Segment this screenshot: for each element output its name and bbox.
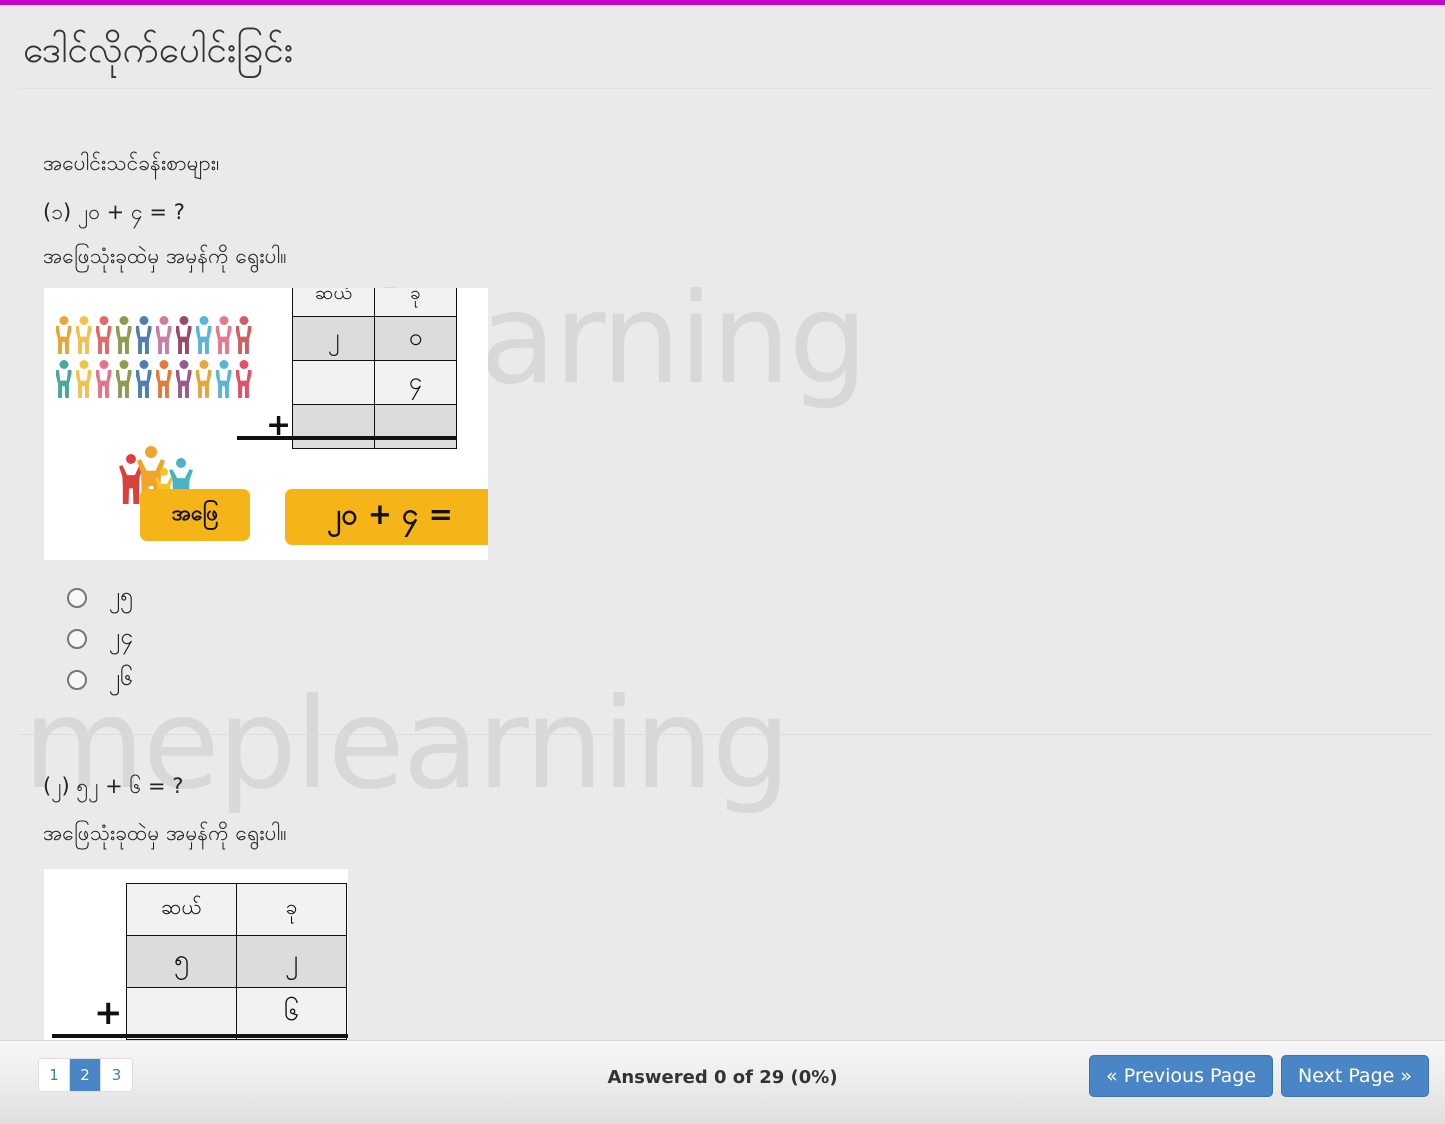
radio-icon[interactable] [67,587,87,608]
person-icon [54,316,73,354]
person-icon [154,316,173,354]
table-header-row: ဆယ် ခု [292,288,457,317]
cell-addend2-ones: ၆ [236,987,347,1040]
table-header-row: ဆယ် ခု [126,883,347,936]
table-row [292,404,457,449]
people-row-bottom [54,360,254,398]
cell-sum-ones [374,404,457,449]
cell-addend1-tens: ၂ [292,316,375,361]
person-icon [94,360,113,398]
option-label: ၂၄ [109,623,134,650]
equation-button[interactable]: ၂၀ + ၄ = [285,489,488,545]
person-icon [54,360,73,398]
question-2-prompt: (၂) ၅၂ + ၆ = ? [43,774,184,798]
question-1-options: ၂၅ ၂၄ ၂၆ [67,577,133,700]
page-title: ဒေါင်လိုက်ပေါင်းခြင်း [23,28,294,71]
person-icon [154,360,173,398]
question-1-stimulus-image: ဆယ် ခု ၂ ၀ ၄ + အဖြေ ၂၀ + ၄ = [44,288,488,560]
person-icon [74,316,93,354]
footer-bar: 123 Answered 0 of 29 (0%) « Previous Pag… [0,1040,1445,1124]
cell-addend2-tens [126,987,237,1040]
person-icon [134,316,153,354]
radio-icon[interactable] [67,669,87,690]
person-icon [194,316,213,354]
table-row: ၅ ၂ [126,935,347,988]
question-1-instruction: အဖြေသုံးခုထဲမှ အမှန်ကို ရွေးပါ။ [43,244,287,268]
person-icon [214,360,233,398]
option-row[interactable]: ၂၆ [67,659,133,700]
cell-addend1-tens: ၅ [126,935,237,988]
table-row: ၄ [292,360,457,405]
plus-operator-q2: + [94,993,123,1033]
person-icon [134,360,153,398]
person-icon [174,316,193,354]
header-tens: ဆယ် [126,883,237,936]
person-icon [74,360,93,398]
navigation-buttons: « Previous Page Next Page » [1089,1055,1429,1097]
quiz-intro-text: အပေါင်းသင်ခန်းစာများ၊ [43,151,220,175]
sum-rule-line-q1 [237,436,457,440]
option-label: ၂၆ [109,664,134,691]
previous-page-button[interactable]: « Previous Page [1089,1055,1274,1097]
header-ones: ခု [236,883,347,936]
person-icon [194,360,213,398]
people-row-top [54,316,254,354]
cell-addend1-ones: ၀ [374,316,457,361]
person-icon [114,360,133,398]
stimulus-buttons-q1: အဖြေ ၂၀ + ၄ = [140,489,488,545]
question-1-prompt: (၁) ၂၀ + ၄ = ? [43,200,185,224]
person-icon [94,316,113,354]
header-tens: ဆယ် [292,288,375,317]
question-2-stimulus-image: ဆယ် ခု ၅ ၂ ၆ + [44,869,348,1040]
person-icon [214,316,233,354]
person-icon [234,360,253,398]
person-icon [114,316,133,354]
person-icon [174,360,193,398]
place-value-table-q1: ဆယ် ခု ၂ ၀ ၄ [292,288,457,449]
cell-addend1-ones: ၂ [236,935,347,988]
table-row: ၂ ၀ [292,316,457,361]
quiz-page: ဒေါင်လိုက်ပေါင်းခြင်း meplearning meplea… [5,5,1440,1040]
person-icon [234,316,253,354]
option-row[interactable]: ၂၄ [67,618,133,659]
title-divider [19,88,1434,89]
table-row: ၆ [126,987,347,1040]
cell-addend2-ones: ၄ [374,360,457,405]
place-value-table-q2: ဆယ် ခု ၅ ၂ ၆ [126,883,347,1040]
answer-button[interactable]: အဖြေ [140,489,250,541]
people-illustration [54,316,254,504]
sum-rule-line-q2 [52,1034,348,1038]
radio-icon[interactable] [67,628,87,649]
header-ones: ခု [374,288,457,317]
cell-addend2-tens [292,360,375,405]
option-row[interactable]: ၂၅ [67,577,133,618]
option-label: ၂၅ [109,582,134,609]
cell-sum-tens [292,404,375,449]
question-2-instruction: အဖြေသုံးခုထဲမှ အမှန်ကို ရွေးပါ။ [43,821,287,845]
next-page-button[interactable]: Next Page » [1281,1055,1429,1097]
question-divider [19,734,1434,735]
